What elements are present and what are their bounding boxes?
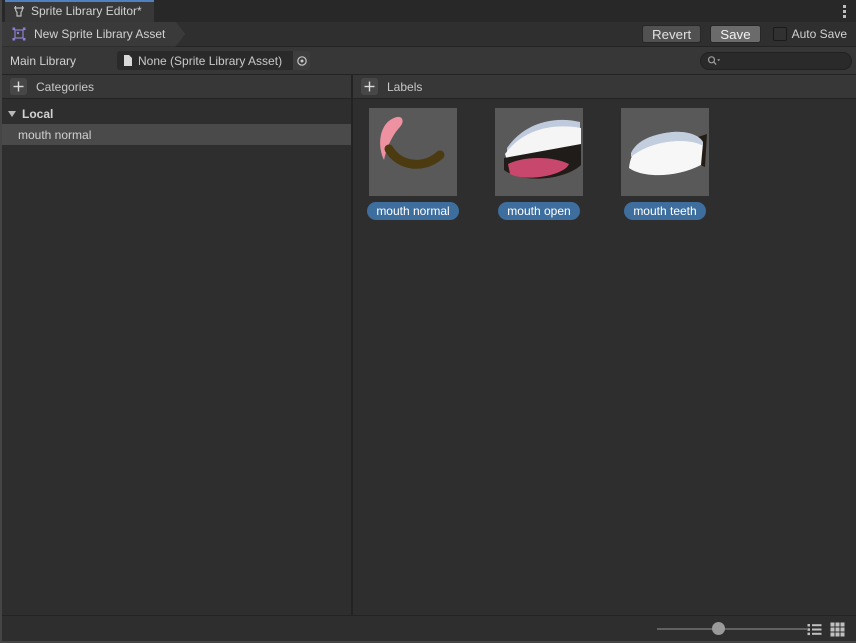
label-pill: mouth open (498, 202, 579, 220)
label-item-mouth-open[interactable]: mouth open (495, 108, 583, 220)
search-input[interactable] (723, 53, 845, 69)
sprite-thumbnail-mouth-teeth (621, 108, 709, 196)
labels-header: Labels (353, 75, 856, 99)
revert-button[interactable]: Revert (642, 25, 701, 43)
categories-header: Categories (2, 75, 351, 99)
label-item-mouth-normal[interactable]: mouth normal (369, 108, 457, 220)
asset-file-icon (123, 54, 133, 67)
object-field-value: None (Sprite Library Asset) (138, 54, 282, 68)
search-field[interactable] (700, 52, 852, 70)
panels: Categories Local mouth normal Labels (2, 75, 856, 615)
local-foldout[interactable]: Local (2, 103, 351, 124)
foldout-triangle-icon (8, 111, 16, 117)
thumbnail-size-slider[interactable] (657, 628, 807, 630)
labels-panel: Labels mouth normal (353, 75, 856, 615)
thumbnail-size-slider-handle[interactable] (712, 622, 725, 635)
tab-title: Sprite Library Editor* (31, 4, 142, 18)
sprite-library-asset-icon (11, 26, 27, 42)
sprite-thumbnail-mouth-open (495, 108, 583, 196)
categories-panel: Categories Local mouth normal (2, 75, 353, 615)
main-library-row: Main Library None (Sprite Library Asset) (2, 47, 856, 75)
add-label-button[interactable] (361, 78, 378, 95)
main-library-label: Main Library (10, 54, 76, 68)
save-button[interactable]: Save (710, 25, 760, 43)
breadcrumb[interactable]: New Sprite Library Asset (2, 22, 185, 47)
labels-list: mouth normal mouth open (353, 99, 856, 615)
toolbar-right: Revert Save Auto Save (642, 25, 856, 43)
local-foldout-label: Local (22, 107, 53, 121)
label-pill: mouth teeth (624, 202, 705, 220)
sprite-thumbnail-mouth-normal (369, 108, 457, 196)
object-picker-icon[interactable] (293, 51, 310, 70)
label-item-mouth-teeth[interactable]: mouth teeth (621, 108, 709, 220)
tab-sprite-library-editor[interactable]: Sprite Library Editor* (5, 0, 154, 22)
category-row[interactable]: mouth normal (2, 124, 351, 145)
add-category-button[interactable] (10, 78, 27, 95)
breadcrumb-label: New Sprite Library Asset (34, 27, 165, 41)
toolbar: New Sprite Library Asset Revert Save Aut… (2, 22, 856, 47)
footer-bar (2, 615, 856, 641)
search-icon (707, 55, 721, 67)
labels-header-label: Labels (387, 80, 422, 94)
categories-header-label: Categories (36, 80, 94, 94)
auto-save-label: Auto Save (792, 27, 847, 41)
sprite-library-editor-window: Sprite Library Editor* New Sprite Librar… (0, 0, 856, 643)
main-library-object-field[interactable]: None (Sprite Library Asset) (117, 51, 293, 70)
categories-list: Local mouth normal (2, 99, 351, 615)
auto-save-checkbox[interactable] (773, 27, 787, 41)
list-view-icon[interactable] (805, 620, 823, 638)
category-row-label: mouth normal (18, 128, 91, 142)
window-menu-icon[interactable] (843, 5, 846, 18)
label-pill: mouth normal (367, 202, 458, 220)
grid-view-icon[interactable] (828, 620, 846, 638)
labels-grid: mouth normal mouth open (353, 99, 856, 220)
tab-bar: Sprite Library Editor* (2, 0, 856, 22)
sprite-library-editor-icon (12, 4, 26, 18)
